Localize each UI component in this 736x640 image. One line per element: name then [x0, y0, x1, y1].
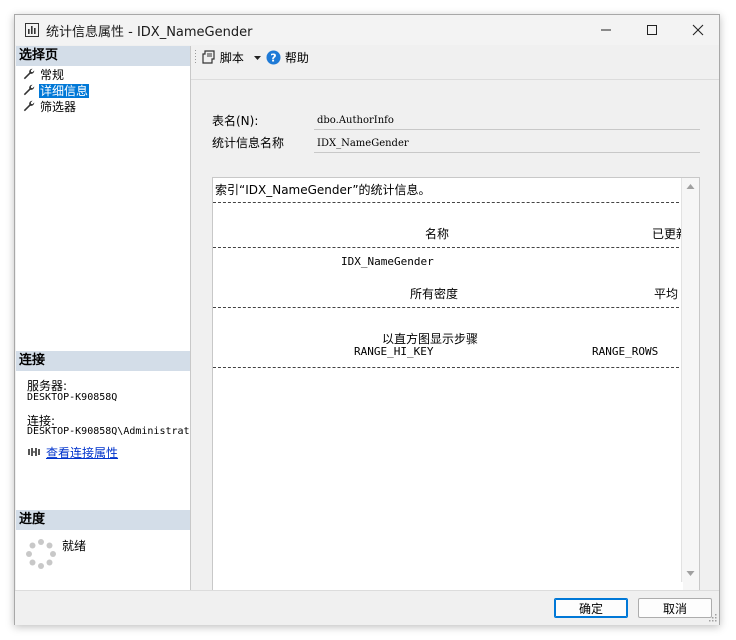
plug-icon	[28, 448, 40, 456]
wrench-icon	[23, 84, 35, 96]
progress-status: 就绪	[62, 539, 87, 553]
dialog-window: 统计信息属性 - IDX_NameGender 选择页 常规 详细信息 筛选器 …	[14, 14, 720, 625]
left-pane: 选择页 常规 详细信息 筛选器 连接 服务器: DESKTOP-K90858Q …	[16, 46, 191, 590]
stats-name-field[interactable]: IDX_NameGender	[314, 135, 700, 153]
all-density-header: 所有密度	[410, 287, 459, 301]
toolbar-grip-icon	[195, 50, 196, 63]
separator	[213, 247, 679, 248]
help-button[interactable]: ? 帮助	[266, 49, 309, 67]
select-page-header: 选择页	[16, 46, 190, 66]
table-name-field[interactable]: dbo.AuthorInfo	[314, 112, 700, 130]
cancel-button[interactable]: 取消	[638, 598, 712, 618]
connection-header: 连接	[16, 351, 190, 371]
script-button[interactable]: 脚本	[202, 49, 262, 67]
scroll-down-arrow-icon[interactable]	[686, 570, 695, 577]
script-icon	[202, 50, 215, 64]
resize-grip-icon[interactable]	[707, 612, 717, 622]
server-value: DESKTOP-K90858Q	[27, 392, 118, 403]
help-label: 帮助	[284, 51, 309, 65]
stats-name-label: 统计信息名称	[212, 136, 285, 150]
col-name-header: 名称	[425, 227, 450, 241]
nav-item-label: 常规	[40, 68, 65, 82]
progress-header: 进度	[16, 510, 190, 530]
minimize-button[interactable]	[583, 15, 629, 45]
range-hi-key-header: RANGE_HI_KEY	[354, 345, 434, 358]
avg-header: 平均	[654, 287, 679, 301]
maximize-button[interactable]	[629, 15, 675, 45]
nav-item-label: 详细信息	[39, 84, 90, 98]
title-bar: 统计信息属性 - IDX_NameGender	[15, 15, 719, 45]
view-connection-properties-link[interactable]: 查看连接属性	[46, 444, 118, 461]
svg-text:?: ?	[270, 52, 276, 65]
help-icon: ?	[266, 50, 281, 65]
minimize-icon	[601, 29, 611, 31]
scroll-up-arrow-icon[interactable]	[686, 183, 695, 190]
connection-value: DESKTOP-K90858Q\Administrat	[27, 426, 190, 437]
stats-header-line: 索引“IDX_NameGender”的统计信息。	[215, 183, 431, 197]
script-label: 脚本	[219, 51, 244, 65]
wrench-icon	[23, 68, 35, 80]
nav-item-filter[interactable]: 筛选器	[23, 99, 77, 115]
separator	[213, 307, 679, 308]
vertical-scrollbar[interactable]	[681, 178, 699, 599]
window-title: 统计信息属性 - IDX_NameGender	[46, 25, 253, 40]
table-name-label: 表名(N):	[212, 114, 259, 128]
statistics-text-area[interactable]: 索引“IDX_NameGender”的统计信息。 名称 已更新 IDX_Name…	[212, 177, 700, 600]
row-name-value: IDX_NameGender	[341, 255, 434, 268]
nav-item-details[interactable]: 详细信息	[23, 83, 90, 99]
wrench-icon	[23, 100, 35, 112]
statistics-icon	[25, 23, 39, 37]
right-pane: 脚本 ? 帮助 表名(N): dbo.AuthorInfo 统计信息名称 IDX…	[191, 46, 719, 600]
separator	[213, 202, 679, 203]
maximize-icon	[647, 25, 657, 35]
ok-button[interactable]: 确定	[554, 598, 628, 618]
dropdown-arrow-icon	[253, 56, 261, 60]
separator	[213, 367, 679, 368]
range-rows-header: RANGE_ROWS	[592, 345, 659, 358]
toolbar: 脚本 ? 帮助	[191, 46, 719, 68]
nav-item-label: 筛选器	[40, 100, 77, 114]
close-icon	[692, 24, 704, 36]
nav-item-general[interactable]: 常规	[23, 67, 65, 83]
progress-spinner-icon	[26, 539, 56, 569]
close-button[interactable]	[675, 15, 721, 45]
